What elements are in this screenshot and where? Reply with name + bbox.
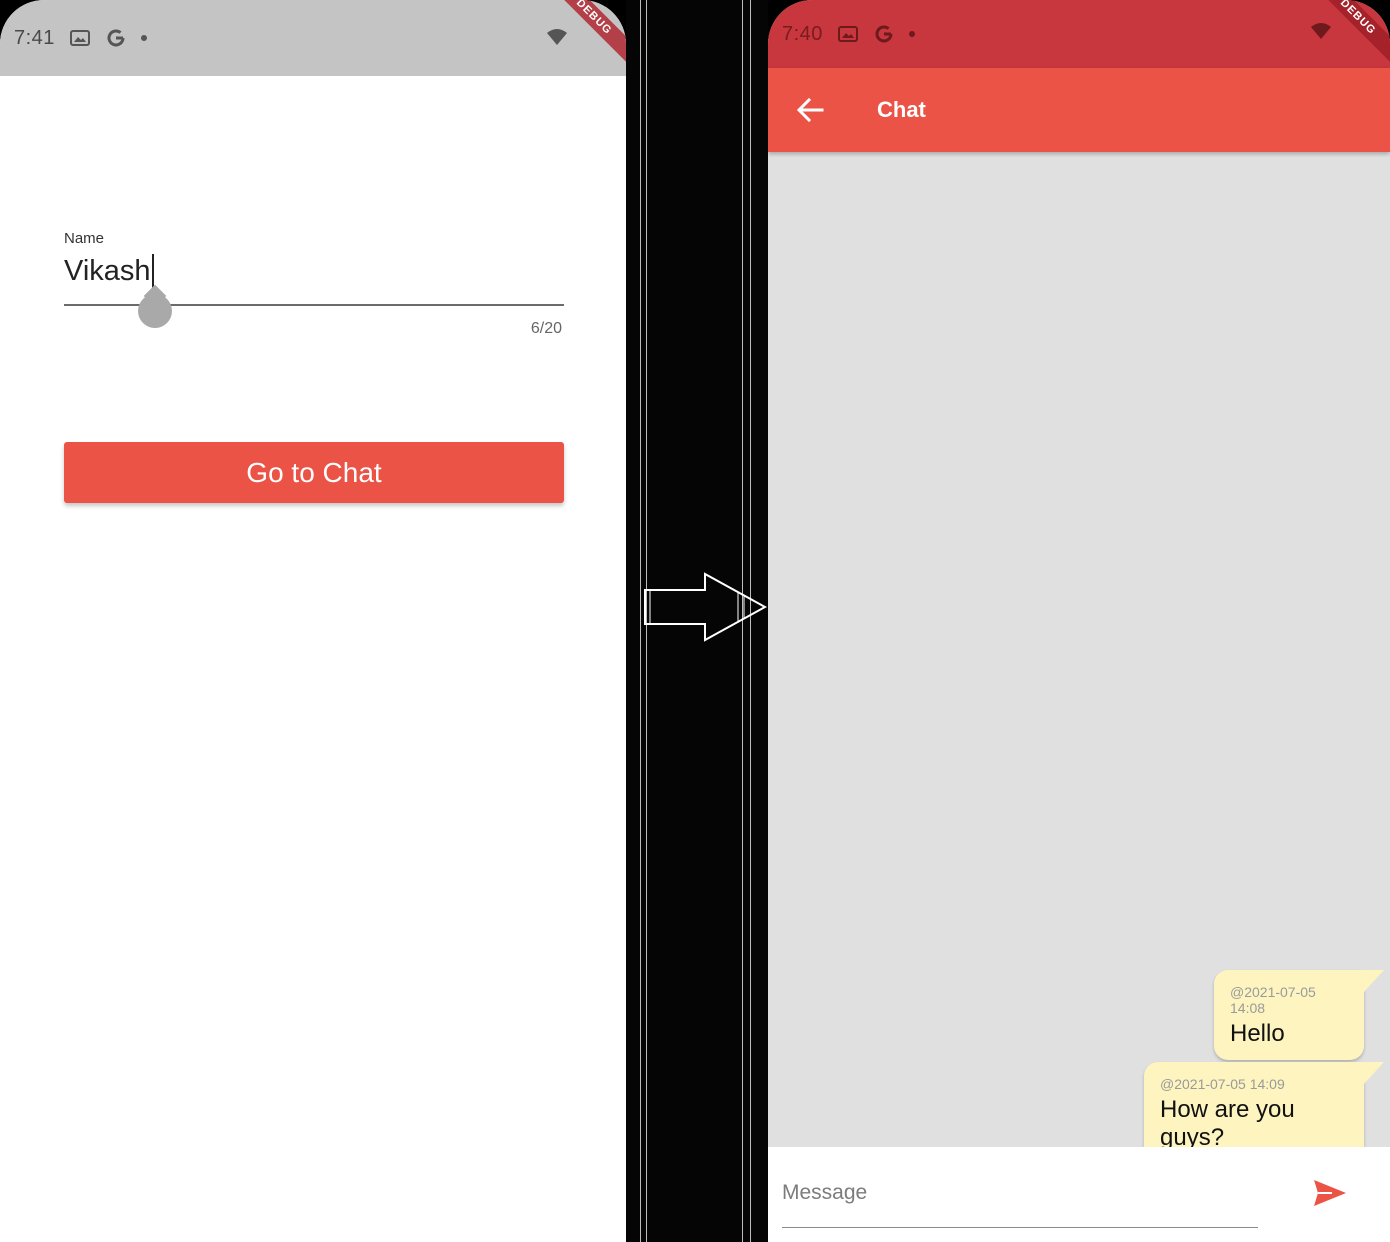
notification-dot-icon: [908, 31, 915, 37]
name-input[interactable]: Vikash: [64, 253, 564, 289]
status-time: 7:40: [782, 22, 823, 45]
message-timestamp: @2021-07-05 14:09: [1160, 1076, 1285, 1092]
send-icon: [1314, 1180, 1346, 1206]
page-title: Chat: [877, 97, 926, 122]
status-bar: 7:40: [768, 0, 1390, 68]
character-counter: 6/20: [530, 320, 562, 337]
google-icon: [873, 24, 895, 44]
gallery-notification-icon: [69, 28, 91, 48]
message-input[interactable]: [782, 1173, 1258, 1213]
message-text: How are you guys?: [1160, 1096, 1295, 1151]
status-bar: 7:41: [0, 0, 626, 76]
gallery-notification-icon: [837, 24, 859, 44]
message-input-underline: [782, 1227, 1258, 1228]
name-input-value: Vikash: [64, 254, 151, 287]
notification-dot-icon: [140, 35, 147, 41]
message-timestamp: @2021-07-05 14:08: [1230, 984, 1316, 1016]
message-composer: [768, 1147, 1390, 1242]
status-time: 7:41: [14, 26, 55, 49]
login-screen: 7:41 DEBUG Name Vikash 6/20 Go to Chat: [0, 0, 626, 1242]
text-selection-handle[interactable]: [138, 294, 172, 328]
transition-arrow-icon: [640, 570, 770, 645]
google-icon: [105, 28, 127, 48]
name-field-label: Name: [64, 230, 105, 247]
app-bar: Chat: [768, 68, 1390, 152]
go-to-chat-button[interactable]: Go to Chat: [64, 442, 564, 503]
message-list[interactable]: @2021-07-05 14:08 Hello @2021-07-05 14:0…: [768, 152, 1390, 1164]
wifi-icon: [546, 28, 568, 51]
chat-screen: 7:40 DEBUG Chat @2021-07-05 14:08 Hello …: [768, 0, 1390, 1242]
back-button[interactable]: [768, 68, 852, 152]
name-field[interactable]: Name Vikash 6/20: [64, 230, 564, 337]
text-caret: [151, 254, 154, 288]
message-bubble: @2021-07-05 14:08 Hello: [1214, 970, 1384, 1060]
message-text: Hello: [1230, 1020, 1285, 1047]
send-button[interactable]: [1310, 1175, 1350, 1211]
arrow-back-icon: [796, 98, 824, 122]
wifi-icon: [1310, 22, 1332, 45]
